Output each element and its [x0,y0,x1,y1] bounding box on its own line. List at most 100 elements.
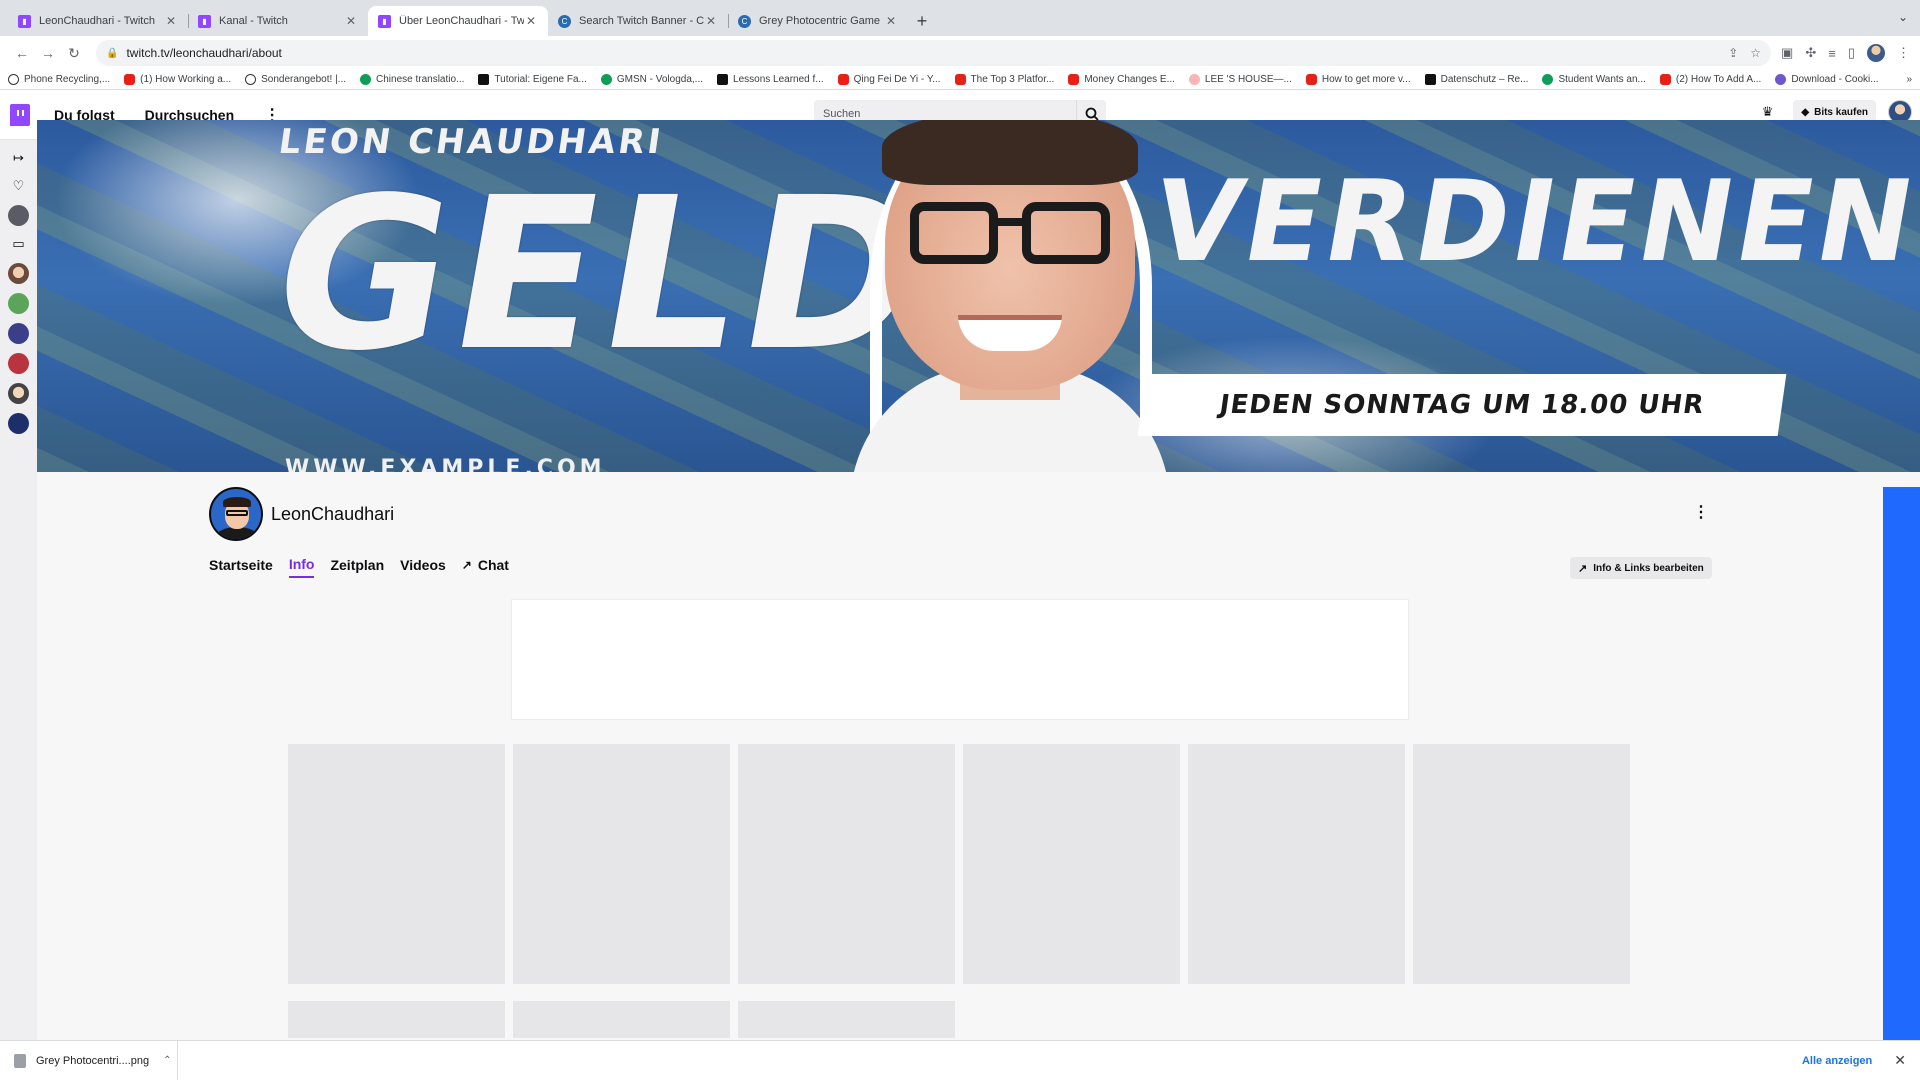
bookmark-item[interactable]: Tutorial: Eigene Fa... [478,74,587,85]
puzzle-icon[interactable]: ✣ [1805,45,1816,61]
tab-title: Kanal - Twitch [219,15,288,27]
bookmark-item[interactable]: (2) How To Add A... [1659,74,1761,85]
back-icon[interactable]: ← [10,41,34,65]
channel-avatar[interactable] [209,487,263,541]
close-icon[interactable]: ✕ [164,14,178,28]
bookmark-item[interactable]: Datenschutz – Re... [1424,74,1528,85]
browser-tab-4[interactable]: C Search Twitch Banner - Canva ✕ [548,6,729,36]
recommended-channel-avatar[interactable] [8,413,29,434]
panel-placeholder [738,744,955,984]
lock-icon[interactable]: 🔒 [106,48,118,59]
banner-portrait [830,120,1190,472]
prime-crown-icon[interactable]: ♛ [1762,104,1774,120]
address-bar[interactable]: 🔒 twitch.tv/leonchaudhari/about ⇪ ☆ [96,40,1772,66]
right-side-strip [1883,487,1920,1040]
bookmark-item[interactable]: Sonderangebot! |... [245,74,346,85]
twitch-logo-icon[interactable] [10,103,30,126]
youtube-icon [1659,74,1671,85]
channel-name: LeonChaudhari [271,504,395,524]
edit-info-links-label: Info & Links bearbeiten [1593,562,1704,574]
channel-more-icon[interactable]: ⋮ [1693,502,1709,522]
search-icon [1085,107,1099,121]
show-all-downloads-button[interactable]: Alle anzeigen [1802,1055,1872,1067]
youtube-icon [1068,74,1080,85]
bits-gem-icon: ◆ [1801,106,1810,118]
portrait-glasses-right [1022,202,1110,264]
browser-tab-5[interactable]: C Grey Photocentric Game Night ✕ [728,6,908,36]
address-url: twitch.tv/leonchaudhari/about [126,46,282,60]
recommended-channel-avatar[interactable] [8,383,29,404]
media-icon[interactable]: ≡ [1828,46,1836,61]
recommended-channel-avatar[interactable] [8,353,29,374]
edit-info-links-button[interactable]: ↗ Info & Links bearbeiten [1570,557,1712,579]
collapsed-sidebar: ↦ ♡ ▭ [0,140,37,1040]
expand-sidebar-icon[interactable]: ↦ [9,148,29,168]
tab-chat-label: Chat [477,557,509,573]
profile-avatar[interactable] [1867,44,1885,62]
channel-tabs: Startseite Info Zeitplan Videos ↗ Chat [209,552,509,578]
more-bookmarks-button[interactable]: » [1906,74,1912,85]
twitch-icon: ▮ [18,14,31,28]
browser-menu-icon[interactable]: ⋮ [1897,45,1910,61]
site-icon [360,74,372,85]
tab-videos[interactable]: Videos [400,552,446,578]
bookmark-item[interactable]: Chinese translatio... [360,74,464,85]
close-icon[interactable]: ✕ [524,14,538,28]
banner-schedule: JEDEN SONNTAG UM 18.00 UHR [1137,374,1787,436]
panel-placeholder [288,1001,505,1038]
close-icon[interactable]: ✕ [1894,1052,1906,1069]
browser-toolbar: ← → ↻ 🔒 twitch.tv/leonchaudhari/about ⇪ … [0,36,1920,70]
heart-icon: ♡ [12,178,25,193]
panel-placeholder [513,1001,730,1038]
browser-tab-strip: ▮ LeonChaudhari - Twitch ✕ ▮ Kanal - Twi… [0,0,1920,36]
buy-bits-label: Bits kaufen [1814,106,1868,118]
site-icon [245,74,257,85]
bookmark-item[interactable]: Money Changes E... [1068,74,1175,85]
avatar-glasses [226,510,248,516]
tab-title: Grey Photocentric Game Night [759,15,884,27]
bookmark-item[interactable]: (1) How Working a... [124,74,231,85]
tab-info[interactable]: Info [288,552,315,578]
tab-title: Über LeonChaudhari - Twitch [399,15,524,27]
bookmark-star-icon[interactable]: ☆ [1750,46,1761,60]
close-icon[interactable]: ✕ [704,14,718,28]
bookmark-item[interactable]: Phone Recycling,... [8,74,110,85]
followed-channel-avatar[interactable] [8,205,29,226]
tab-startseite[interactable]: Startseite [209,552,273,578]
forward-icon[interactable]: → [36,41,60,65]
youtube-icon [837,74,849,85]
tab-title: Search Twitch Banner - Canva [579,15,704,27]
bookmark-item[interactable]: Qing Fei De Yi - Y... [837,74,941,85]
tab-search-icon[interactable]: ⌄ [1898,10,1908,24]
recommended-channel-avatar[interactable] [8,263,29,284]
airbnb-icon [1188,74,1200,85]
bookmark-item[interactable]: Student Wants an... [1542,74,1646,85]
bookmark-item[interactable]: The Top 3 Platfor... [954,74,1054,85]
portrait-glasses-left [910,202,998,264]
tab-zeitplan[interactable]: Zeitplan [330,552,384,578]
tab-chat[interactable]: ↗ Chat [462,552,509,578]
browser-tab-1[interactable]: ▮ LeonChaudhari - Twitch ✕ [8,6,189,36]
hash-icon [478,74,490,85]
recommended-channel-avatar[interactable] [8,293,29,314]
bookmark-item[interactable]: GMSN - Vologda,... [600,74,703,85]
bookmark-item[interactable]: How to get more v... [1305,74,1411,85]
recommended-channel-avatar[interactable] [8,323,29,344]
panel-placeholder [963,744,1180,984]
close-icon[interactable]: ✕ [884,14,898,28]
bookmark-item[interactable]: LEE 'S HOUSE—... [1188,74,1292,85]
bookmarks-bar: Phone Recycling,... (1) How Working a...… [0,70,1920,90]
panel-placeholder [1188,744,1405,984]
download-item[interactable]: Grey Photocentri....png ⌃ [14,1040,178,1080]
browser-tab-3-active[interactable]: ▮ Über LeonChaudhari - Twitch ✕ [368,6,548,36]
share-icon[interactable]: ⇪ [1728,46,1738,60]
bookmark-item[interactable]: Lessons Learned f... [717,74,824,85]
sidepanel-icon[interactable]: ▯ [1848,45,1855,61]
close-icon[interactable]: ✕ [344,14,358,28]
chevron-up-icon[interactable]: ⌃ [163,1055,171,1066]
reload-icon[interactable]: ↻ [62,41,86,65]
new-tab-button[interactable]: + [908,6,936,36]
bookmark-item[interactable]: Download - Cooki... [1775,74,1879,85]
extension-icon[interactable]: ▣ [1781,45,1793,61]
browser-tab-2[interactable]: ▮ Kanal - Twitch ✕ [188,6,368,36]
